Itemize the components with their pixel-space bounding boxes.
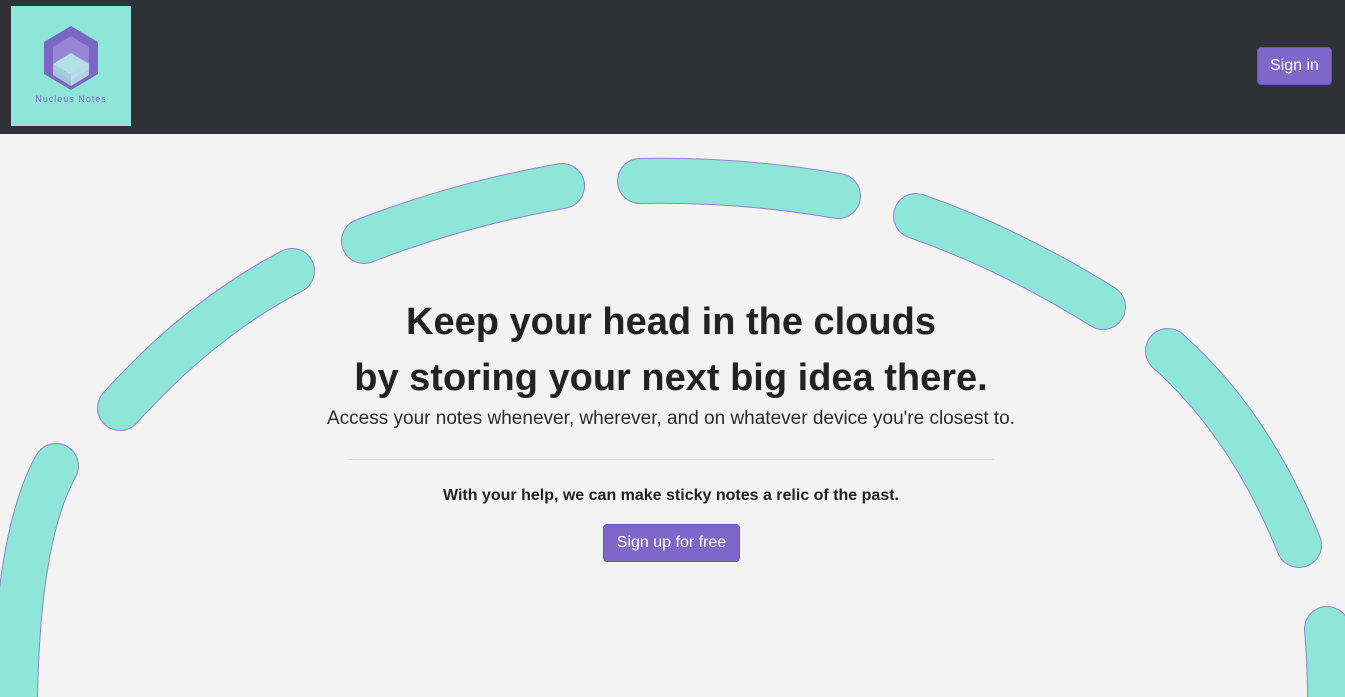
logo-text: Nucleus Notes	[35, 94, 107, 104]
hero-tagline: With your help, we can make sticky notes…	[443, 487, 899, 504]
headline-line-2: by storing your next big idea there.	[354, 357, 988, 399]
headline-line-1: Keep your head in the clouds	[406, 301, 936, 343]
logo[interactable]: Nucleus Notes	[11, 6, 131, 126]
divider	[349, 459, 994, 460]
hexagon-cube-icon	[44, 26, 98, 90]
hero-headline: Keep your head in the clouds by storing …	[0, 294, 1342, 406]
sign-up-button[interactable]: Sign up for free	[603, 524, 740, 562]
navbar: Nucleus Notes Sign in	[0, 0, 1345, 134]
sign-in-button[interactable]: Sign in	[1257, 47, 1332, 85]
hero-subline: Access your notes whenever, wherever, an…	[327, 408, 1015, 429]
hero-section: Keep your head in the clouds by storing …	[0, 134, 1345, 697]
